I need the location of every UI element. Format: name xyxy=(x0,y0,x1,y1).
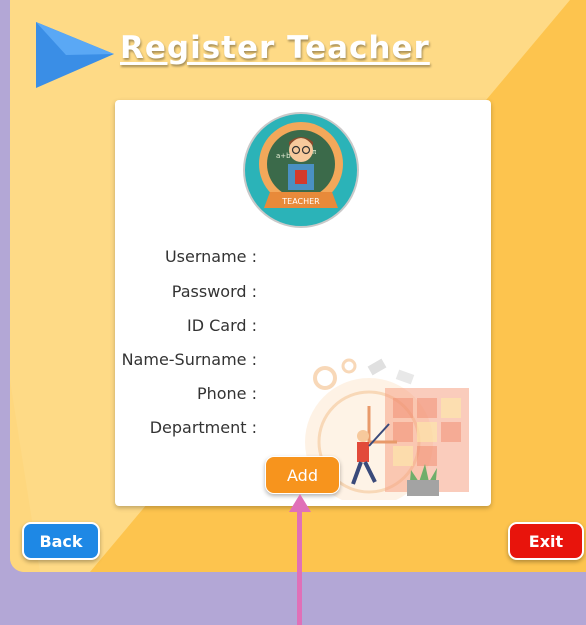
page-title: Register Teacher xyxy=(120,30,430,66)
back-button[interactable]: Back xyxy=(22,522,100,560)
department-label: Department : xyxy=(149,418,257,437)
svg-text:a+b: a+b xyxy=(276,152,291,160)
annotation-pointer-line xyxy=(297,508,302,625)
username-label: Username : xyxy=(164,247,257,266)
phone-label: Phone : xyxy=(196,384,257,403)
teacher-avatar: a+b π TEACHER xyxy=(240,112,364,232)
password-label: Password : xyxy=(171,282,257,301)
add-button[interactable]: Add xyxy=(265,456,340,494)
avatar-badge-text: TEACHER xyxy=(281,197,320,206)
exit-button[interactable]: Exit xyxy=(508,522,584,560)
name-surname-label: Name-Surname : xyxy=(121,350,257,369)
id-card-label: ID Card : xyxy=(186,316,257,335)
play-arrow-icon xyxy=(36,22,114,88)
register-form-card: a+b π TEACHER Username: Password: ID C… xyxy=(115,100,491,506)
